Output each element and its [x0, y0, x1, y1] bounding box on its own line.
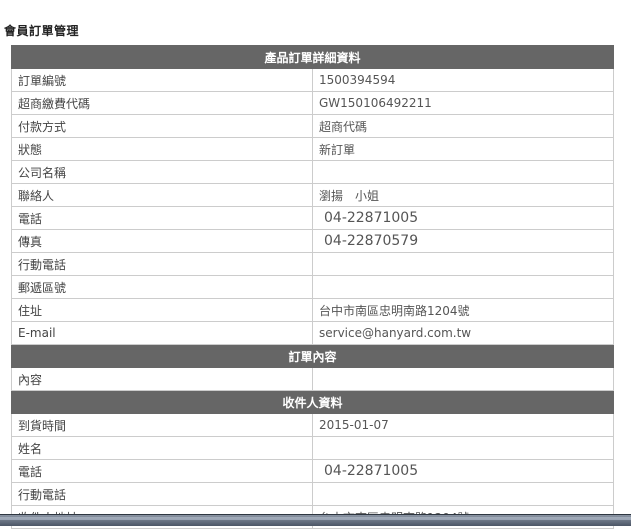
table-row: 超商繳費代碼 GW150106492211	[11, 91, 614, 115]
field-label: 內容	[11, 367, 313, 391]
table-row: 公司名稱	[11, 160, 614, 184]
section-header-title: 產品訂單詳細資料	[11, 45, 614, 69]
field-label: 行動電話	[11, 482, 313, 506]
field-value	[312, 482, 614, 506]
section-header-title: 訂單內容	[11, 344, 614, 368]
table-row: 付款方式 超商代碼	[11, 114, 614, 138]
table-row: 內容	[11, 367, 614, 391]
field-value: service@hanyard.com.tw	[312, 321, 614, 345]
table-row: 聯絡人 瀏揚 小姐	[11, 183, 614, 207]
table-row: E-mail service@hanyard.com.tw	[11, 321, 614, 345]
field-label: 聯絡人	[11, 183, 313, 207]
table-row: 傳真 04-22870579	[11, 229, 614, 253]
field-label: 訂單編號	[11, 68, 313, 92]
field-value: 超商代碼	[312, 114, 614, 138]
field-value	[312, 252, 614, 276]
section-header: 收件人資料	[11, 390, 614, 414]
field-value	[312, 275, 614, 299]
table-row: 電話 04-22871005	[11, 206, 614, 230]
table-row: 郵遞區號	[11, 275, 614, 299]
field-label: 狀態	[11, 137, 313, 161]
section-header: 訂單內容	[11, 344, 614, 368]
field-value: 04-22870579	[312, 229, 614, 253]
table-row: 行動電話	[11, 252, 614, 276]
field-label: 付款方式	[11, 114, 313, 138]
field-label: 住址	[11, 298, 313, 322]
field-label: E-mail	[11, 321, 313, 345]
table-row: 姓名	[11, 436, 614, 460]
page-title: 會員訂單管理	[4, 24, 80, 38]
table-row: 訂單編號 1500394594	[11, 68, 614, 92]
field-label: 到貨時間	[11, 413, 313, 437]
table-row: 電話 04-22871005	[11, 459, 614, 483]
field-value: 04-22871005	[312, 206, 614, 230]
section-header: 產品訂單詳細資料	[11, 45, 614, 69]
field-value: 瀏揚 小姐	[312, 183, 614, 207]
taskbar-strip	[0, 517, 631, 520]
table-row: 到貨時間 2015-01-07	[11, 413, 614, 437]
field-value	[312, 436, 614, 460]
field-label: 公司名稱	[11, 160, 313, 184]
table-row: 狀態 新訂單	[11, 137, 614, 161]
field-label: 電話	[11, 206, 313, 230]
taskbar	[0, 514, 631, 526]
section-header-title: 收件人資料	[11, 390, 614, 414]
field-value: 1500394594	[312, 68, 614, 92]
table-row: 行動電話	[11, 482, 614, 506]
field-label: 郵遞區號	[11, 275, 313, 299]
field-value	[312, 160, 614, 184]
field-label: 電話	[11, 459, 313, 483]
field-value: GW150106492211	[312, 91, 614, 115]
field-value	[312, 367, 614, 391]
field-label: 行動電話	[11, 252, 313, 276]
field-value: 新訂單	[312, 137, 614, 161]
field-value: 2015-01-07	[312, 413, 614, 437]
field-value: 台中市南區忠明南路1204號	[312, 298, 614, 322]
field-value: 04-22871005	[312, 459, 614, 483]
field-label: 傳真	[11, 229, 313, 253]
order-detail-table: 產品訂單詳細資料 訂單編號 1500394594 超商繳費代碼 GW1501064922…	[11, 45, 614, 529]
field-label: 姓名	[11, 436, 313, 460]
field-label: 超商繳費代碼	[11, 91, 313, 115]
table-row: 住址 台中市南區忠明南路1204號	[11, 298, 614, 322]
